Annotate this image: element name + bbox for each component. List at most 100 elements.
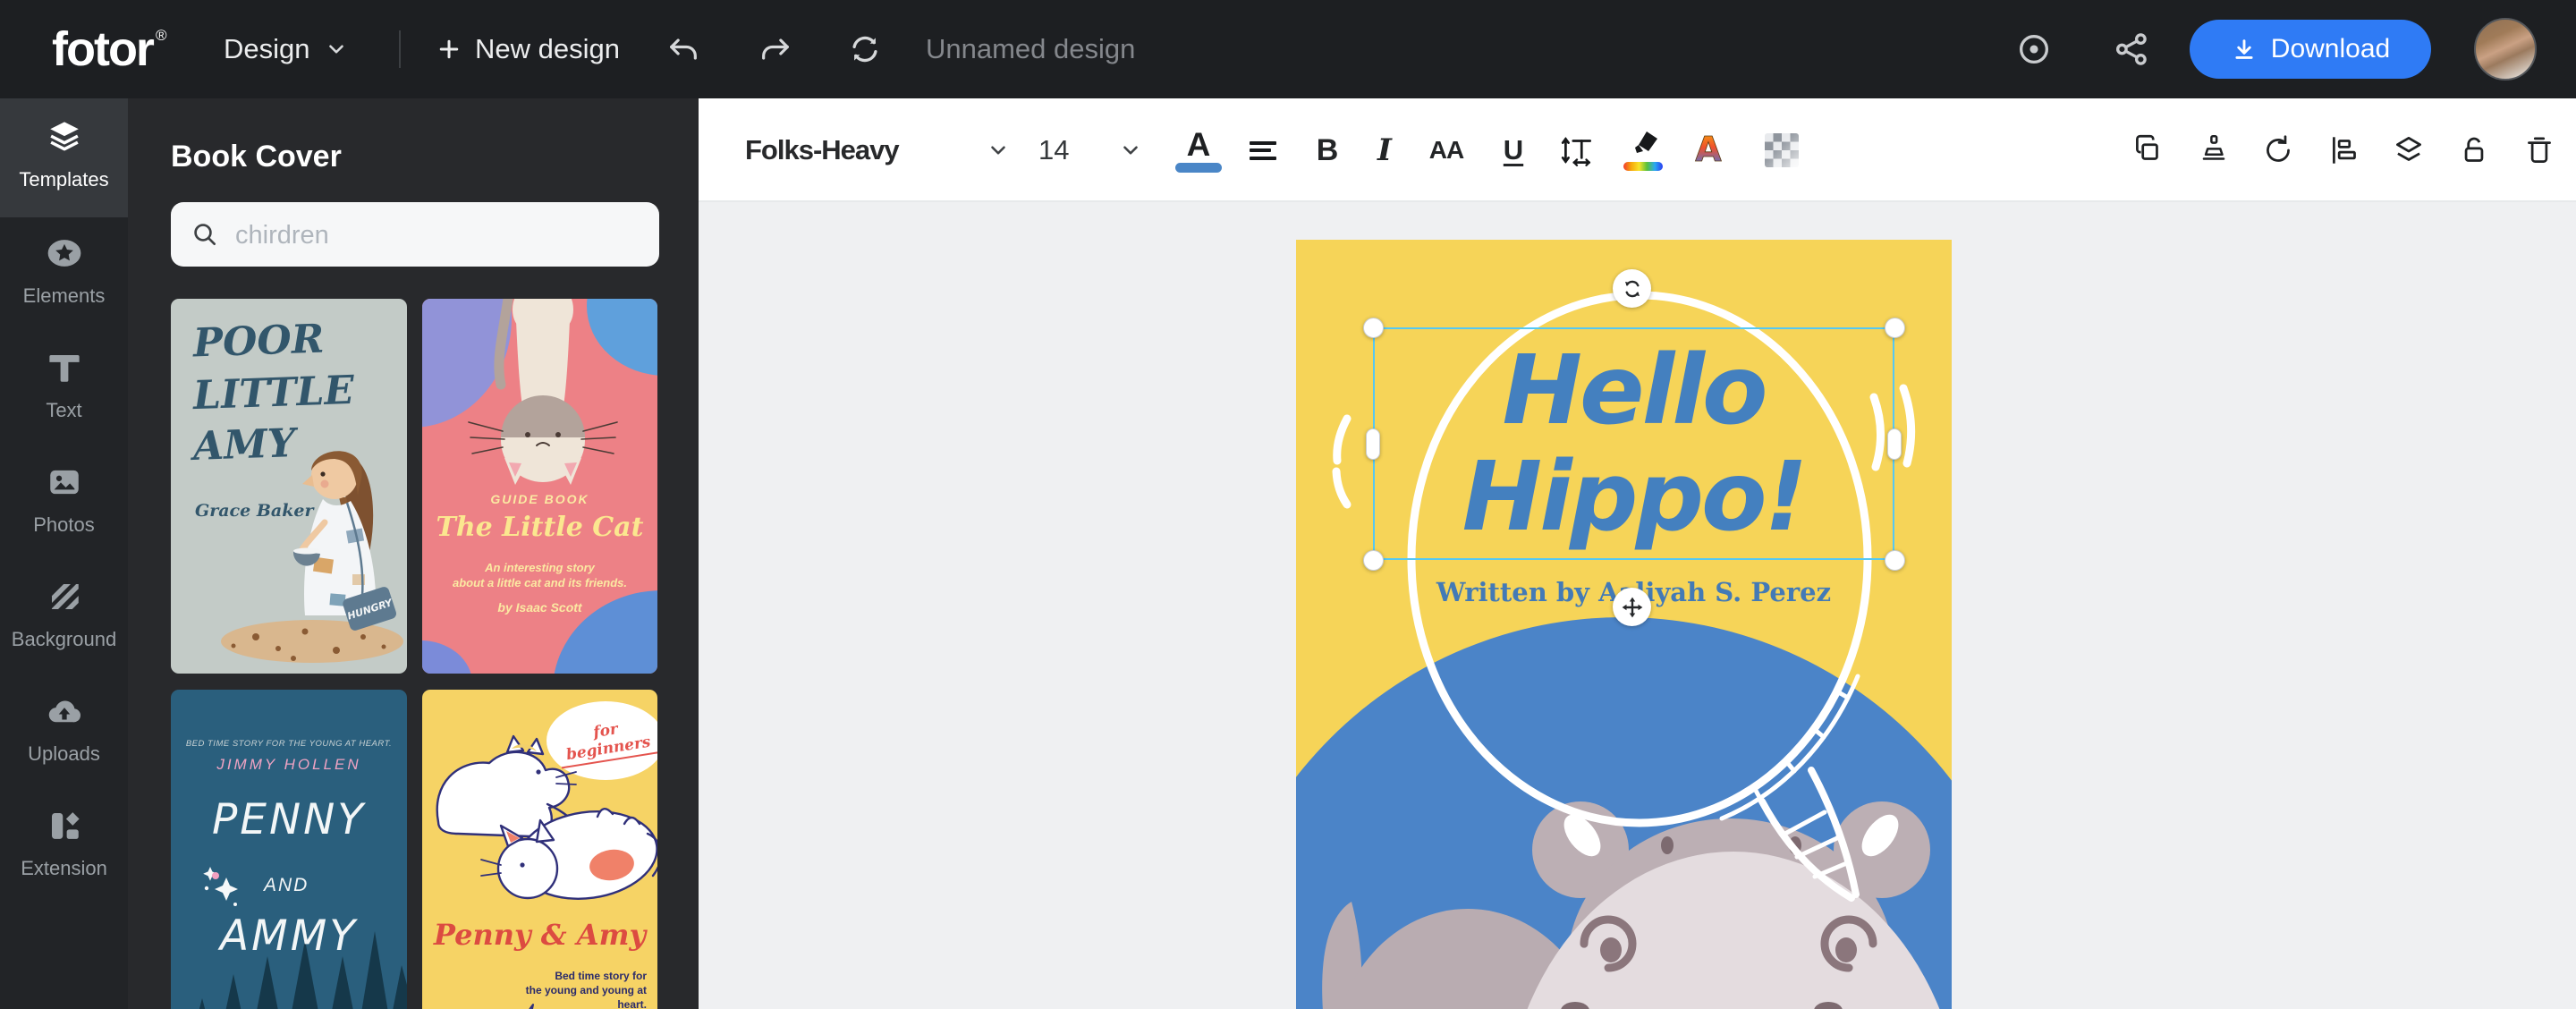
cat-illustration [422, 299, 657, 674]
align-objects-button[interactable] [2325, 130, 2366, 171]
move-handle-icon [1622, 597, 1642, 617]
plus-icon [439, 39, 459, 59]
topbar-divider [399, 30, 401, 68]
sidebar-item-label: Extension [21, 857, 107, 879]
new-design-button[interactable]: New design [436, 0, 620, 98]
rotate-icon [2267, 135, 2290, 162]
uploads-icon [46, 692, 83, 730]
chevron-down-icon [328, 45, 343, 54]
rotate-button[interactable] [2258, 130, 2299, 171]
highlighter-icon [1623, 130, 1663, 171]
spacing-icon [1561, 137, 1592, 166]
fotor-logo[interactable]: fotor ® [52, 21, 166, 77]
sync-button[interactable] [845, 30, 885, 69]
resize-handle-w[interactable] [1366, 428, 1380, 460]
sidebar-item-uploads[interactable]: Uploads [0, 673, 128, 787]
trash-icon [2528, 137, 2551, 163]
cover-title: Penny & Amy [433, 918, 647, 952]
font-size-value: 14 [1038, 134, 1070, 165]
sidebar-item-extension[interactable]: Extension [0, 787, 128, 902]
share-icon [2115, 33, 2147, 65]
resize-handle-sw[interactable] [1363, 550, 1384, 571]
text-align-button[interactable] [1242, 130, 1284, 171]
cover-author: Grace Baker [195, 501, 314, 521]
cover-title-line: LITTLE [192, 367, 355, 420]
search-icon [194, 224, 216, 245]
spacing-button[interactable] [1556, 130, 1597, 171]
user-avatar[interactable] [2474, 18, 2537, 81]
chevron-down-icon [991, 146, 1005, 155]
download-button[interactable]: Download [2190, 20, 2431, 79]
design-menu[interactable]: Design [224, 0, 348, 98]
design-menu-label: Design [224, 33, 310, 64]
redo-button[interactable] [756, 30, 795, 69]
templates-panel: Book Cover chirdren HUNGRY POOR LITTLE A… [128, 98, 699, 1009]
top-bar: fotor® Design New design Unnamed design [0, 0, 2576, 98]
resize-handle-e[interactable] [1887, 428, 1902, 460]
resize-handle-ne[interactable] [1885, 318, 1905, 338]
gradient-a-icon: A [1695, 131, 1723, 169]
cover-title-line: AMMY [220, 911, 358, 961]
extension-icon [46, 807, 83, 844]
template-card-the-little-cat[interactable]: GUIDE BOOK The Little Cat An interesting… [422, 299, 657, 674]
align-icon [1250, 137, 1276, 164]
bold-button[interactable]: B [1307, 130, 1348, 171]
selection-box [1373, 327, 1894, 560]
text-icon [46, 349, 83, 386]
font-family-value: Folks-Heavy [745, 134, 900, 165]
duplicate-icon [2136, 134, 2158, 160]
format-paint-icon [2202, 134, 2225, 160]
cover-byline: by Isaac Scott [497, 600, 582, 615]
font-color-button[interactable]: A [1175, 126, 1222, 173]
format-paint-button[interactable] [2193, 130, 2234, 171]
transparency-button[interactable] [1761, 130, 1802, 171]
document-title-input[interactable]: Unnamed design [926, 0, 1135, 98]
sidebar-item-background[interactable]: Background [0, 558, 128, 673]
italic-button[interactable]: I [1364, 130, 1405, 171]
search-input[interactable] [233, 202, 648, 268]
template-card-poor-little-amy[interactable]: HUNGRY POOR LITTLE AMY Grace Baker [171, 299, 407, 674]
registered-mark: ® [155, 27, 166, 44]
sidebar-item-label: Elements [22, 284, 106, 307]
background-icon [46, 578, 83, 615]
new-design-label: New design [475, 33, 620, 64]
sidebar-item-photos[interactable]: Photos [0, 444, 128, 558]
underline-button[interactable]: U [1493, 130, 1534, 171]
font-size-select[interactable]: 14 [1028, 123, 1142, 177]
chevron-down-icon [1123, 146, 1138, 155]
lock-button[interactable] [2453, 130, 2495, 171]
sidebar-item-templates[interactable]: Templates [0, 98, 128, 217]
delete-button[interactable] [2519, 130, 2560, 171]
text-effects-button[interactable]: A [1688, 130, 1729, 171]
cover-description: Bed time story for the young and young at… [525, 970, 647, 1009]
cover-title-line: AMY [192, 420, 297, 470]
highlight-button[interactable] [1623, 130, 1664, 171]
rotate-handle[interactable] [1613, 269, 1651, 308]
text-case-button[interactable]: AA [1426, 130, 1467, 171]
resize-handle-nw[interactable] [1363, 318, 1384, 338]
cover-title-mid: AND [264, 875, 309, 895]
resize-handle-se[interactable] [1885, 550, 1905, 571]
canvas-area[interactable]: Hello Hippo! Written by Aaliyah S. Perez [699, 202, 2576, 1009]
cover-author: JIMMY HOLLEN [216, 756, 361, 773]
layers-icon [2396, 136, 2421, 161]
sidebar-item-elements[interactable]: Elements [0, 215, 128, 329]
sidebar-item-label: Templates [19, 168, 109, 191]
sidebar-item-label: Uploads [28, 742, 100, 765]
template-card-penny-and-amy[interactable]: for beginners Penny & Amy Bed time story… [422, 690, 657, 1009]
layers-button[interactable] [2388, 130, 2429, 171]
panel-title: Book Cover [171, 140, 342, 174]
undo-button[interactable] [664, 30, 703, 69]
preview-icon [2019, 34, 2049, 64]
cover-title: The Little Cat [436, 512, 644, 543]
cover-kicker: GUIDE BOOK [490, 492, 589, 506]
sidebar-item-text[interactable]: Text [0, 329, 128, 444]
font-family-select[interactable]: Folks-Heavy [745, 123, 1010, 177]
move-handle[interactable] [1613, 588, 1651, 626]
transparency-icon [1765, 133, 1799, 167]
font-color-icon: A [1175, 126, 1222, 173]
share-button[interactable] [2111, 30, 2150, 69]
duplicate-button[interactable] [2128, 130, 2169, 171]
template-card-penny-and-ammy[interactable]: BED TIME STORY FOR THE YOUNG AT HEART. J… [171, 690, 407, 1009]
preview-button[interactable] [2014, 30, 2054, 69]
